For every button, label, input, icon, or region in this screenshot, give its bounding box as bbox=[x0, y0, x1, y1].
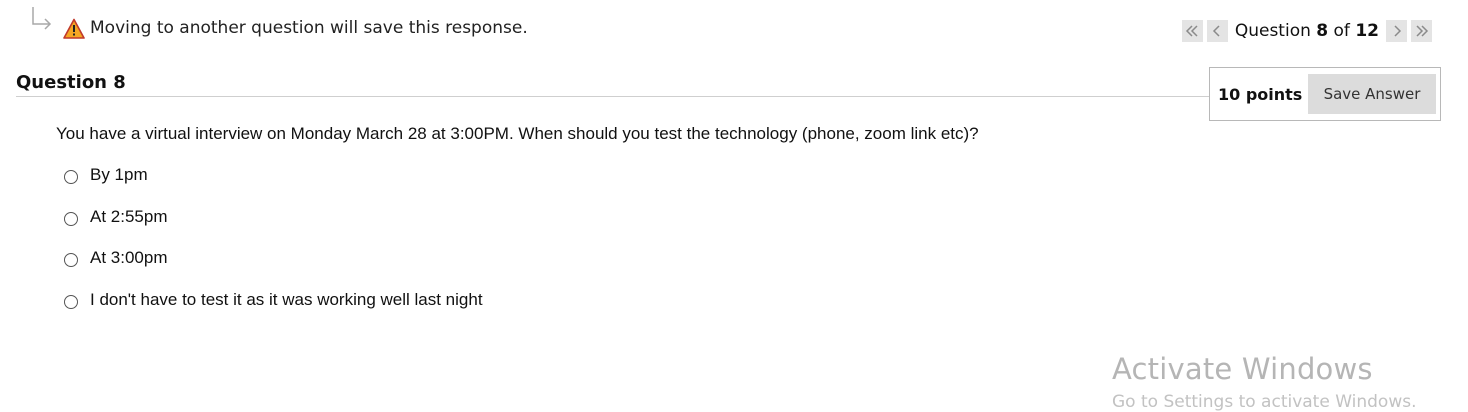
question-divider bbox=[16, 96, 1212, 97]
question-prompt: You have a virtual interview on Monday M… bbox=[56, 124, 979, 143]
question-title: Question 8 bbox=[16, 72, 126, 93]
chevron-right-icon bbox=[1393, 25, 1401, 37]
last-question-button[interactable] bbox=[1411, 20, 1432, 42]
previous-question-button[interactable] bbox=[1206, 20, 1228, 42]
pager-current: 8 bbox=[1316, 21, 1329, 41]
pager-prefix: Question bbox=[1234, 21, 1317, 41]
save-answer-button[interactable]: Save Answer bbox=[1308, 74, 1436, 114]
save-notice: Moving to another question will save thi… bbox=[30, 6, 590, 46]
first-question-button[interactable] bbox=[1181, 20, 1203, 42]
notice-text: Moving to another question will save thi… bbox=[90, 18, 528, 38]
radio-button[interactable] bbox=[64, 295, 78, 310]
warning-icon bbox=[63, 18, 85, 40]
double-chevron-right-icon bbox=[1415, 25, 1428, 37]
answer-option-label[interactable]: By 1pm bbox=[90, 165, 148, 185]
chevron-left-icon bbox=[1213, 25, 1220, 37]
pager-total: 12 bbox=[1355, 21, 1379, 41]
points-box: 10 points Save Answer bbox=[1209, 67, 1441, 121]
next-question-button[interactable] bbox=[1386, 20, 1407, 42]
radio-button[interactable] bbox=[64, 170, 78, 184]
pager-of: of bbox=[1328, 21, 1356, 41]
activate-windows-subtitle: Go to Settings to activate Windows. bbox=[1112, 392, 1417, 412]
answer-option-label[interactable]: At 2:55pm bbox=[90, 207, 168, 227]
answer-option-label[interactable]: At 3:00pm bbox=[90, 248, 168, 268]
question-pager: Question 8 of 12 bbox=[1181, 18, 1432, 44]
pager-label: Question 8 of 12 bbox=[1232, 21, 1382, 41]
answer-option-label[interactable]: I don't have to test it as it was workin… bbox=[90, 290, 483, 310]
points-label: 10 points bbox=[1218, 85, 1303, 104]
radio-button[interactable] bbox=[64, 253, 78, 268]
double-chevron-left-icon bbox=[1186, 25, 1198, 37]
arrow-icon bbox=[30, 6, 54, 36]
activate-windows-watermark: Activate Windows bbox=[1112, 352, 1373, 386]
radio-button[interactable] bbox=[64, 211, 78, 226]
